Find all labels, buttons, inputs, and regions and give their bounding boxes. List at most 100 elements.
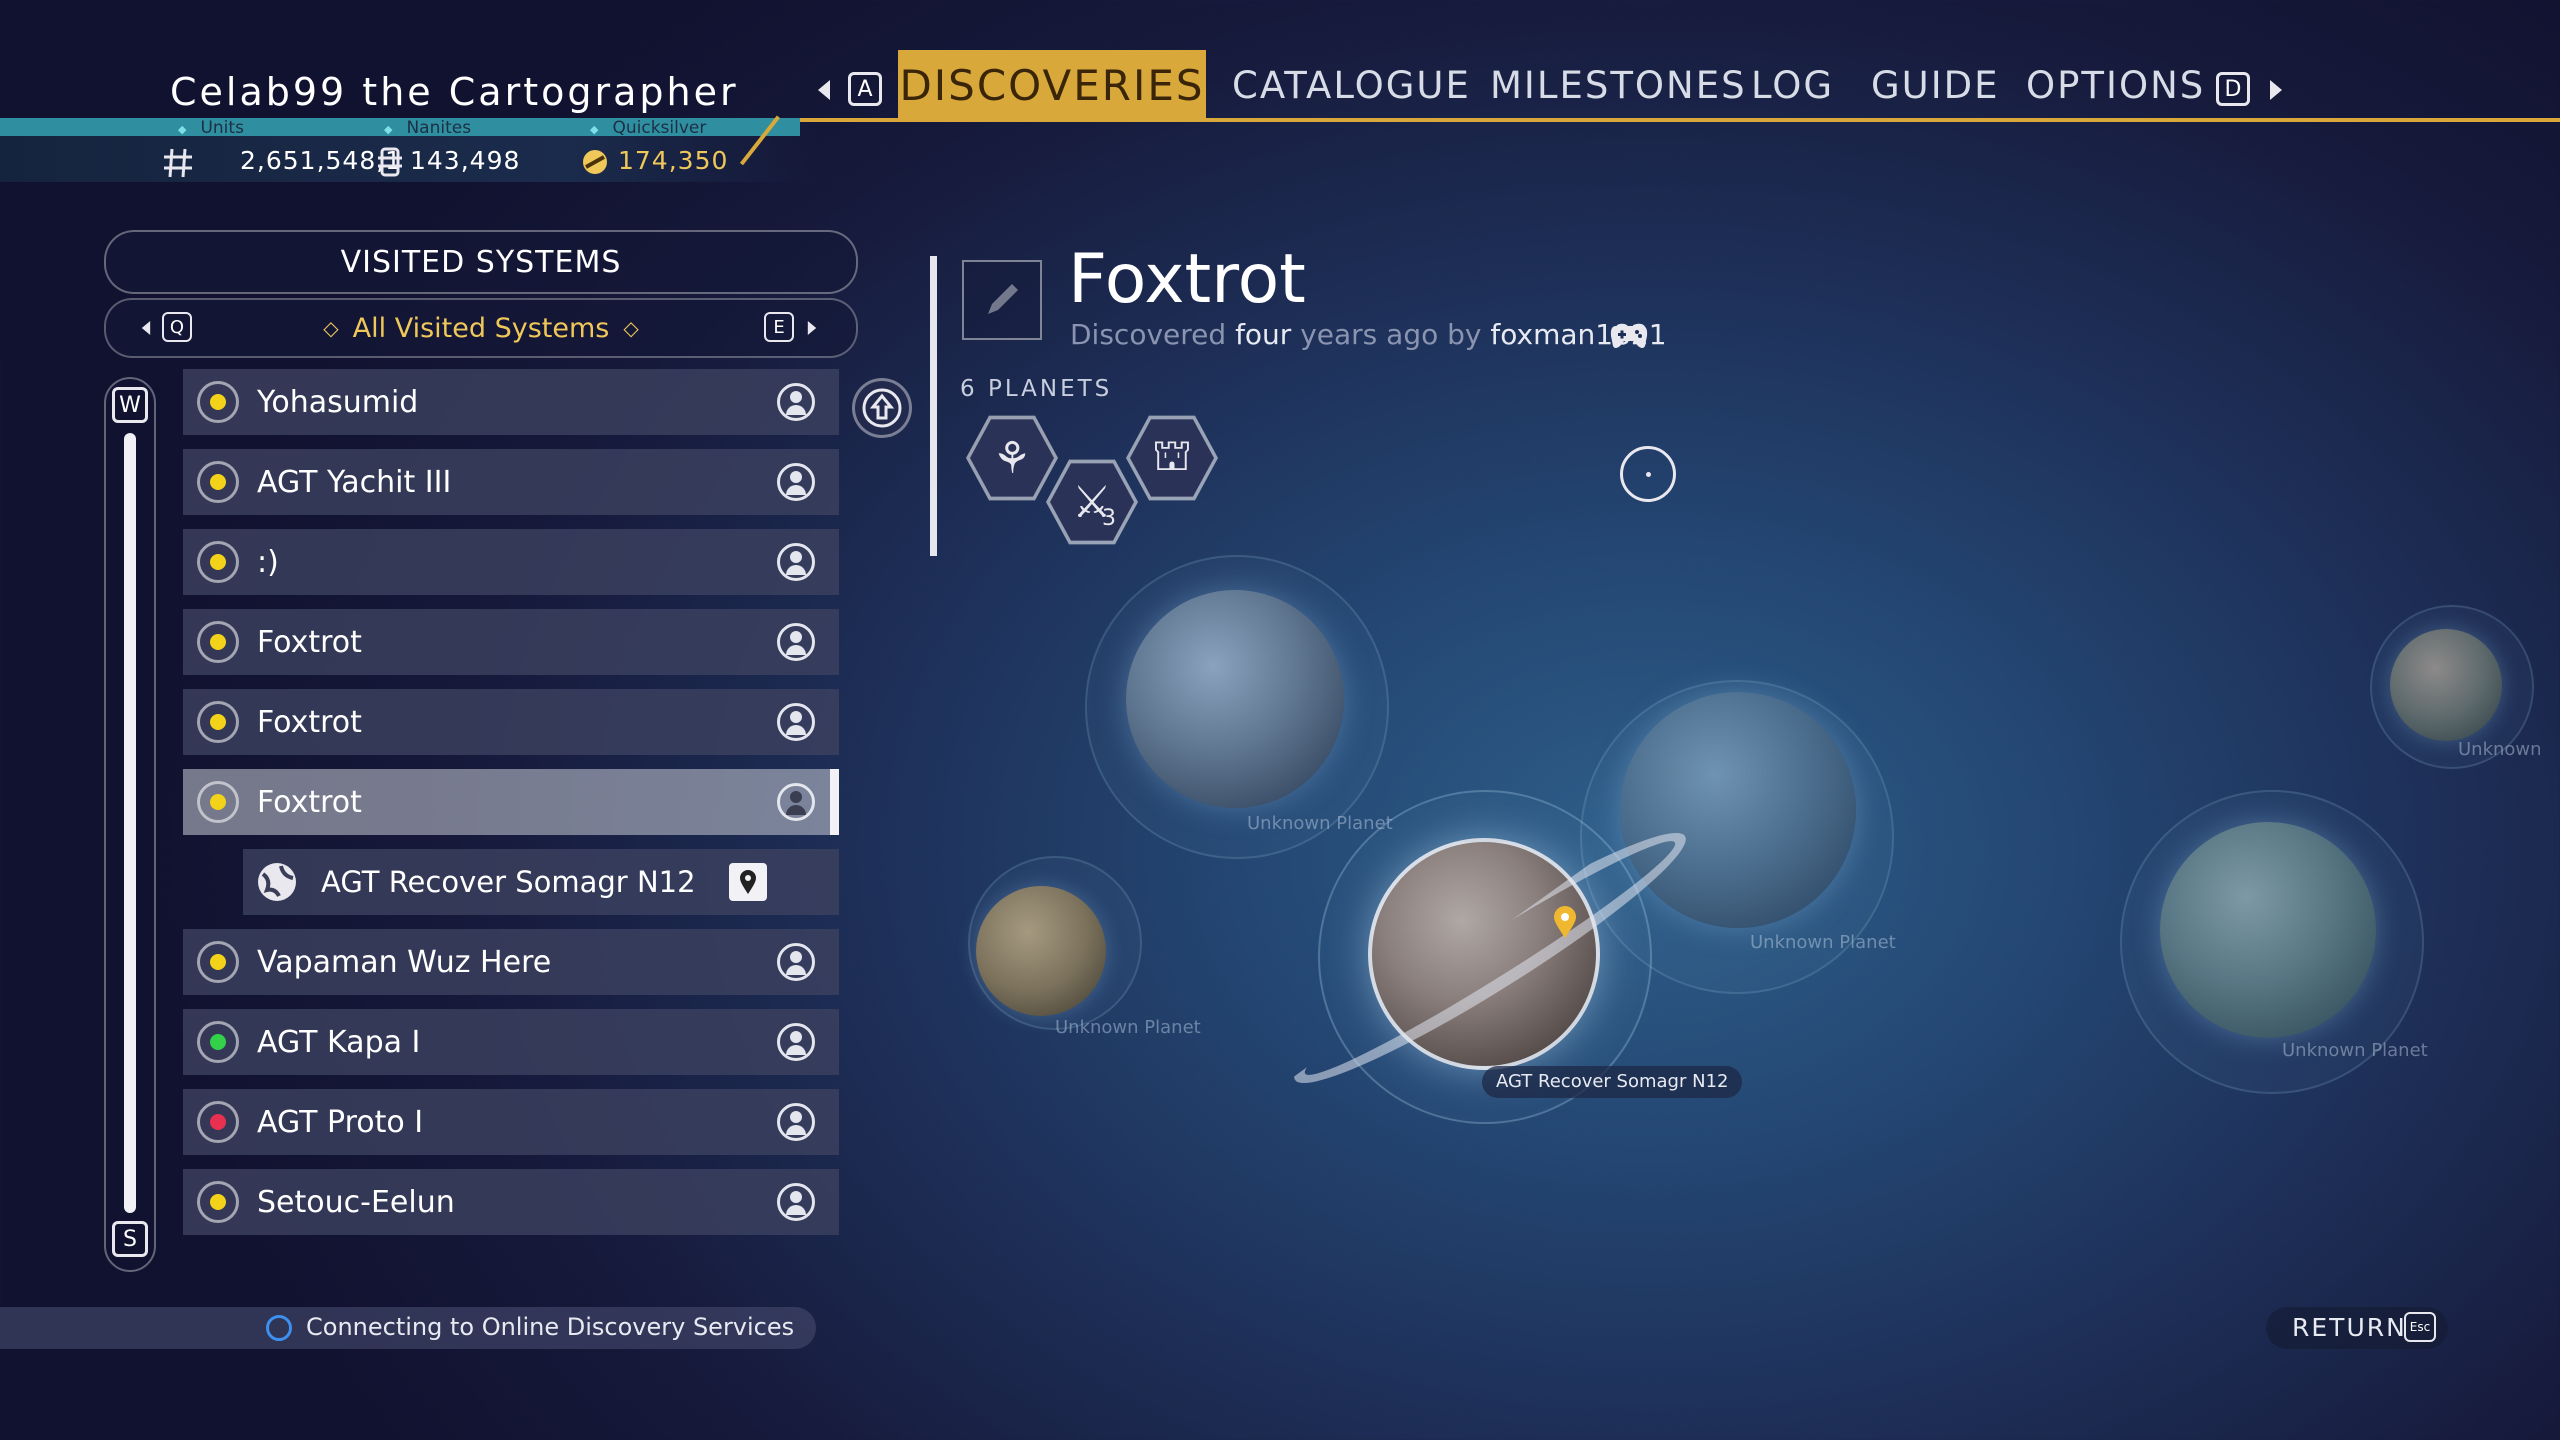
- status-bar: Connecting to Online Discovery Services: [0, 1307, 816, 1349]
- tab-catalogue[interactable]: CATALOGUE: [1232, 64, 1471, 107]
- planet-label: Unknown Planet: [1055, 1017, 1201, 1038]
- system-row[interactable]: Vapaman Wuz Here: [183, 929, 839, 995]
- nanites-value: 143,498: [410, 146, 521, 175]
- planet-label: Unknown Planet: [1247, 813, 1393, 834]
- system-name: Setouc-Eelun: [257, 1184, 455, 1220]
- nanites-label: Nanites: [384, 118, 471, 138]
- player-title: Celab99 the Cartographer: [170, 70, 739, 114]
- cursor-reticle: [1620, 446, 1676, 502]
- pencil-icon: [988, 284, 1018, 314]
- filter-prev-key[interactable]: Q: [162, 312, 192, 342]
- rename-button[interactable]: [962, 260, 1042, 340]
- system-row[interactable]: Foxtrot: [183, 609, 839, 675]
- scroll-up-key[interactable]: W: [112, 387, 148, 423]
- user-icon: [777, 1103, 815, 1141]
- tab-prev-arrow-icon[interactable]: [818, 80, 830, 100]
- star-icon: [197, 381, 239, 423]
- planet-5[interactable]: [2390, 629, 2502, 741]
- system-row-selected[interactable]: Foxtrot: [183, 769, 839, 835]
- user-icon: [777, 1023, 815, 1061]
- fauna-icon: ⚘: [970, 419, 1054, 497]
- star-icon: [197, 701, 239, 743]
- panel-title: VISITED SYSTEMS: [104, 230, 858, 294]
- tab-prev-key[interactable]: A: [848, 72, 882, 106]
- system-row[interactable]: :): [183, 529, 839, 595]
- system-row[interactable]: AGT Yachit III: [183, 449, 839, 515]
- star-icon: [197, 621, 239, 663]
- planet-4[interactable]: [2160, 822, 2376, 1038]
- return-label: RETURN: [2292, 1313, 2407, 1342]
- planet-label: Unknown Planet: [2282, 1040, 2428, 1061]
- system-name: Foxtrot: [257, 784, 362, 820]
- filter-next-arrow-icon[interactable]: [807, 321, 817, 335]
- diamond-icon: ◇: [623, 316, 639, 340]
- loading-spinner-icon: [266, 1315, 292, 1341]
- fauna-badge: ⚘: [966, 415, 1058, 501]
- user-icon: [777, 703, 815, 741]
- filter-next-key[interactable]: E: [764, 312, 794, 342]
- waypoint-marker-icon: [1554, 906, 1576, 938]
- map-pin-icon[interactable]: [729, 863, 767, 901]
- system-name: AGT Yachit III: [257, 464, 452, 500]
- units-label: Units: [178, 118, 243, 138]
- star-icon: [197, 461, 239, 503]
- scrollbar-thumb[interactable]: [124, 433, 136, 1213]
- escape-key[interactable]: Esc: [2404, 1312, 2436, 1342]
- system-row[interactable]: Setouc-Eelun: [183, 1169, 839, 1235]
- planet-count: 6 PLANETS: [960, 376, 1113, 402]
- discovery-info: Discovered four years ago by foxman1821: [1070, 318, 1667, 351]
- return-button[interactable]: RETURN Esc: [2266, 1307, 2448, 1349]
- star-icon: [197, 1181, 239, 1223]
- system-row[interactable]: AGT Proto I: [183, 1089, 839, 1155]
- system-row[interactable]: AGT Kapa I: [183, 1009, 839, 1075]
- tab-options[interactable]: OPTIONS: [2026, 64, 2205, 107]
- user-icon: [777, 623, 815, 661]
- star-icon: [197, 781, 239, 823]
- system-name: AGT Kapa I: [257, 1024, 421, 1060]
- system-name: Foxtrot: [257, 704, 362, 740]
- system-filter[interactable]: ◇ All Visited Systems ◇ Q E: [104, 298, 858, 358]
- tab-milestones[interactable]: MILESTONES: [1490, 64, 1747, 107]
- disc-suffix: years ago by: [1300, 318, 1482, 351]
- quicksilver-value: 174,350: [618, 146, 729, 175]
- star-icon: [197, 1021, 239, 1063]
- planet-2[interactable]: [1620, 692, 1856, 928]
- settlement-badge: ⛫: [1126, 415, 1218, 501]
- tab-log[interactable]: LOG: [1751, 64, 1834, 107]
- system-name: AGT Proto I: [257, 1104, 424, 1140]
- system-row[interactable]: Foxtrot: [183, 689, 839, 755]
- diamond-icon: ◇: [323, 316, 339, 340]
- crossed-swords-icon: ⚔: [1050, 463, 1134, 541]
- planet-3[interactable]: [976, 886, 1106, 1016]
- star-icon: [197, 1101, 239, 1143]
- upload-button[interactable]: [852, 378, 912, 438]
- system-name: Yohasumid: [257, 384, 419, 420]
- user-icon: [777, 383, 815, 421]
- planet-name: AGT Recover Somagr N12: [321, 865, 696, 899]
- nanites-icon: [378, 147, 402, 177]
- user-icon: [777, 783, 815, 821]
- detail-divider: [930, 256, 937, 556]
- user-icon: [777, 543, 815, 581]
- tab-next-arrow-icon[interactable]: [2270, 80, 2282, 100]
- system-row[interactable]: Yohasumid: [183, 369, 839, 435]
- tab-discoveries[interactable]: DISCOVERIES: [898, 50, 1206, 120]
- system-title: Foxtrot: [1068, 240, 1306, 319]
- star-icon: [197, 941, 239, 983]
- sentinel-badge: ⚔ 3: [1046, 459, 1138, 545]
- quicksilver-icon: [583, 150, 607, 174]
- user-icon: [777, 943, 815, 981]
- planet-icon: [258, 863, 296, 901]
- tab-guide[interactable]: GUIDE: [1871, 64, 2000, 107]
- system-name: Vapaman Wuz Here: [257, 944, 552, 980]
- planet-1[interactable]: [1126, 590, 1344, 808]
- tab-next-key[interactable]: D: [2216, 72, 2250, 106]
- selection-indicator: [830, 769, 839, 835]
- planet-row[interactable]: AGT Recover Somagr N12: [243, 849, 839, 915]
- user-icon: [777, 1183, 815, 1221]
- sentinel-count: 3: [1102, 506, 1116, 531]
- planet-label-selected: AGT Recover Somagr N12: [1482, 1066, 1743, 1098]
- scroll-down-key[interactable]: S: [112, 1221, 148, 1257]
- filter-prev-arrow-icon[interactable]: [141, 321, 151, 335]
- system-name: :): [257, 544, 279, 580]
